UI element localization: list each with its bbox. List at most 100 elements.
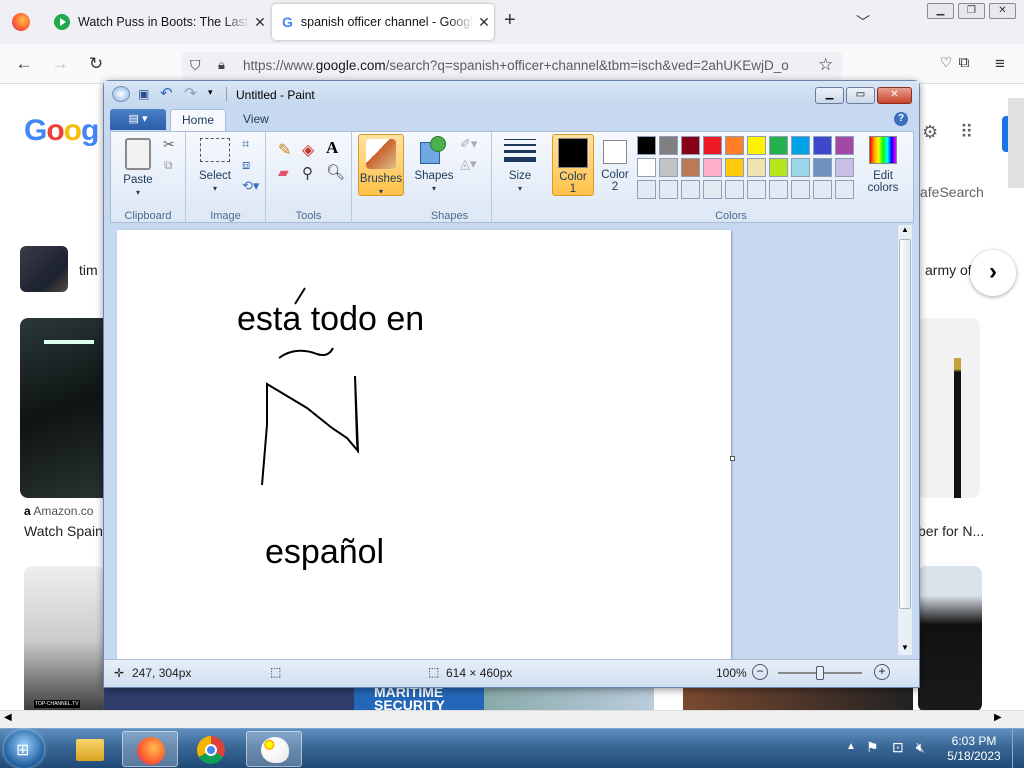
zoom-slider[interactable] <box>778 666 862 680</box>
result-image[interactable] <box>683 686 913 712</box>
rotate-icon[interactable]: ⟲▾ <box>242 178 259 194</box>
result-image[interactable] <box>918 318 980 498</box>
paint-maximize-button[interactable]: ▭ <box>846 87 875 104</box>
action-center-icon[interactable]: ⚑ <box>866 739 879 756</box>
new-tab-button[interactable]: + <box>504 9 516 32</box>
size-button[interactable]: Size ▾ <box>500 136 540 194</box>
result-title[interactable]: Watch Spain <box>24 523 103 539</box>
palette-color-swatch[interactable] <box>703 158 722 177</box>
tab-puss-in-boots[interactable]: Watch Puss in Boots: The Last Wish ✕ <box>44 4 270 40</box>
chip-thumbnail[interactable] <box>20 246 68 292</box>
palette-color-swatch[interactable] <box>725 158 744 177</box>
scroll-left-icon[interactable]: ◀ <box>4 712 12 723</box>
palette-custom-slot[interactable] <box>681 180 700 199</box>
cut-icon[interactable]: ✂ <box>163 136 175 153</box>
page-scrollbar-thumb[interactable] <box>1008 98 1024 188</box>
result-image[interactable]: MARITIME SECURITY <box>354 686 484 712</box>
pencil-icon[interactable]: ✎ <box>278 140 291 160</box>
network-icon[interactable]: ⊡ <box>892 739 904 756</box>
palette-custom-slot[interactable] <box>637 180 656 199</box>
tab-view[interactable]: View <box>232 109 280 131</box>
reload-icon[interactable]: ↻ <box>84 54 108 74</box>
restore-button[interactable]: ❐ <box>958 3 985 19</box>
palette-custom-slot[interactable] <box>769 180 788 199</box>
fill-shape-icon[interactable]: ◬▾ <box>460 156 477 172</box>
chevron-down-icon[interactable]: ﹀ <box>856 12 870 32</box>
google-logo[interactable]: Goog <box>24 114 99 148</box>
paint-app-icon[interactable] <box>112 86 130 102</box>
palette-color-swatch[interactable] <box>637 136 656 155</box>
edit-colors-button[interactable]: Edit colors <box>860 136 906 194</box>
result-image[interactable] <box>104 688 354 712</box>
result-source[interactable]: a Amazon.co <box>24 504 93 518</box>
extensions-icon[interactable]: ⧉ <box>952 54 976 71</box>
palette-color-swatch[interactable] <box>681 158 700 177</box>
scroll-right-icon[interactable]: ▶ <box>994 712 1002 723</box>
menu-icon[interactable]: ≡ <box>988 54 1012 74</box>
palette-color-swatch[interactable] <box>791 158 810 177</box>
palette-color-swatch[interactable] <box>813 136 832 155</box>
shield-icon[interactable]: ⛉ <box>190 57 201 74</box>
palette-color-swatch[interactable] <box>769 136 788 155</box>
palette-color-swatch[interactable] <box>835 136 854 155</box>
url-text[interactable]: https://www.google.com/search?q=spanish+… <box>243 58 803 73</box>
zoom-out-button[interactable]: − <box>752 664 768 680</box>
select-button[interactable]: Select ▾ <box>192 138 238 194</box>
palette-custom-slot[interactable] <box>747 180 766 199</box>
color1-button[interactable]: Color 1 <box>552 134 594 196</box>
result-image[interactable] <box>20 318 110 498</box>
close-tab-icon[interactable]: ✕ <box>474 14 494 31</box>
bookmark-star-icon[interactable]: ☆ <box>818 55 833 75</box>
palette-color-swatch[interactable] <box>637 158 656 177</box>
show-desktop-button[interactable] <box>1012 729 1024 768</box>
fill-icon[interactable]: ◈ <box>302 140 314 160</box>
result-image[interactable] <box>484 686 654 712</box>
magnifier-icon[interactable]: 🔍︎ <box>326 163 345 181</box>
crop-icon[interactable]: ⌗ <box>242 136 249 152</box>
result-image[interactable]: TOP-CHANNEL.TV <box>24 566 104 716</box>
settings-gear-icon[interactable]: ⚙ <box>922 122 938 143</box>
paint-minimize-button[interactable]: ▁ <box>815 87 844 104</box>
taskbar-paint[interactable] <box>246 731 302 767</box>
redo-icon[interactable]: ↷ <box>184 84 197 102</box>
zoom-in-button[interactable]: + <box>874 664 890 680</box>
quick-access-dropdown-icon[interactable]: ▾ <box>208 87 213 98</box>
scroll-down-icon[interactable]: ▼ <box>901 643 909 652</box>
brushes-button[interactable]: Brushes ▾ <box>358 134 404 196</box>
palette-custom-slot[interactable] <box>725 180 744 199</box>
palette-custom-slot[interactable] <box>813 180 832 199</box>
close-tab-icon[interactable]: ✕ <box>250 14 270 31</box>
lock-icon[interactable]: 🔒︎ <box>218 57 225 73</box>
firefox-menu-icon[interactable] <box>12 13 30 31</box>
chip-label[interactable]: army of <box>925 262 972 278</box>
taskbar-explorer[interactable] <box>62 731 118 767</box>
color-picker-icon[interactable]: ⚲ <box>302 164 313 182</box>
chevron-right-icon[interactable]: › <box>970 250 1016 296</box>
tab-home[interactable]: Home <box>170 109 227 131</box>
palette-custom-slot[interactable] <box>659 180 678 199</box>
paste-button[interactable]: Paste ▾ <box>119 136 157 198</box>
scrollbar-thumb[interactable] <box>899 239 911 609</box>
eraser-icon[interactable]: ▰ <box>278 164 289 181</box>
file-menu-button[interactable]: ▤ ▾ <box>110 109 166 130</box>
minimize-button[interactable]: ▁ <box>927 3 954 19</box>
horizontal-scrollbar[interactable]: ◀ ▶ <box>0 710 1024 728</box>
forward-icon[interactable]: → <box>48 54 72 74</box>
result-image[interactable] <box>918 566 982 712</box>
tray-expand-icon[interactable]: ▲ <box>846 741 856 752</box>
color2-button[interactable]: Color 2 <box>598 134 632 196</box>
help-icon[interactable]: ? <box>894 112 908 126</box>
palette-color-swatch[interactable] <box>659 136 678 155</box>
palette-color-swatch[interactable] <box>747 136 766 155</box>
start-button[interactable]: ⊞ <box>4 730 44 768</box>
chip-label[interactable]: tim <box>79 262 98 278</box>
palette-custom-slot[interactable] <box>791 180 810 199</box>
taskbar-firefox[interactable] <box>122 731 178 767</box>
palette-color-swatch[interactable] <box>703 136 722 155</box>
resize-icon[interactable]: ⧈ <box>242 157 250 173</box>
shapes-button[interactable]: Shapes ▾ <box>414 136 454 194</box>
paint-close-button[interactable]: ✕ <box>877 87 912 104</box>
tab-google-search[interactable]: G spanish officer channel - Google Searc… <box>272 4 494 40</box>
palette-color-swatch[interactable] <box>747 158 766 177</box>
save-icon[interactable]: ▣ <box>138 87 149 101</box>
